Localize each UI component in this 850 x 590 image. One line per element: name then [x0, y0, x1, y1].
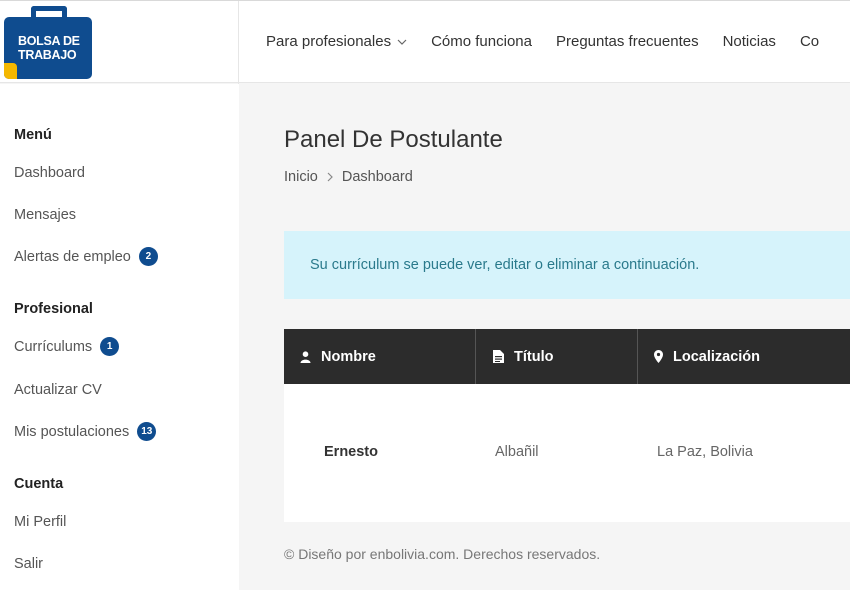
- sidebar-item-dashboard[interactable]: Dashboard: [14, 165, 85, 181]
- logo-text: BOLSA DE TRABAJO: [18, 34, 80, 62]
- column-header-nombre: Nombre: [300, 329, 376, 384]
- count-badge: 2: [138, 247, 158, 266]
- info-alert: Su currículum se puede ver, editar o eli…: [284, 231, 850, 299]
- logo-area: BOLSA DE TRABAJO: [0, 1, 239, 84]
- column-divider: [637, 329, 638, 384]
- nav-item-label: Co: [799, 33, 820, 50]
- sidebar-item-mi-perfil[interactable]: Mi Perfil: [14, 514, 66, 530]
- nav-item-para-profesionales[interactable]: Para profesionales: [266, 33, 407, 50]
- sidebar-item-curriculums[interactable]: Currículums 1: [14, 337, 120, 356]
- page-title: Panel De Postulante: [284, 126, 503, 153]
- sidebar-item-label: Actualizar CV: [14, 382, 102, 398]
- nav-item-contacto[interactable]: Co: [800, 33, 819, 50]
- column-divider: [475, 329, 476, 384]
- column-header-localizacion: Localización: [654, 329, 760, 384]
- sidebar-heading-profesional: Profesional: [14, 301, 93, 317]
- count-badge: 13: [137, 422, 157, 441]
- main-nav: Para profesionales Cómo funciona Pregunt…: [266, 33, 843, 50]
- sidebar-item-label: Mis postulaciones: [14, 423, 130, 440]
- nav-item-como-funciona[interactable]: Cómo funciona: [431, 33, 532, 50]
- sidebar-item-mis-postulaciones[interactable]: Mis postulaciones 13: [14, 422, 157, 441]
- chevron-right-icon: [327, 172, 333, 182]
- header: BOLSA DE TRABAJO Para profesionales Cómo…: [0, 0, 850, 84]
- briefcase-handle-icon: [31, 6, 67, 19]
- footer-copyright: © Diseño por enbolivia.com. Derechos res…: [284, 546, 601, 562]
- map-marker-icon: [654, 350, 663, 363]
- user-icon: [300, 350, 311, 363]
- sidebar-item-label: Alertas de empleo: [14, 248, 131, 265]
- breadcrumb: Inicio Dashboard: [284, 169, 413, 185]
- column-header-label: Localización: [673, 348, 761, 365]
- logo-accent: [4, 63, 17, 79]
- cell-localizacion: La Paz, Bolivia: [657, 444, 753, 460]
- sidebar-item-label: Salir: [14, 556, 44, 572]
- sidebar-item-label: Mi Perfil: [14, 514, 67, 530]
- table-header: Nombre Título Localización: [284, 329, 850, 384]
- nav-item-label: Cómo funciona: [431, 33, 532, 50]
- logo[interactable]: BOLSA DE TRABAJO: [4, 17, 92, 79]
- nav-item-noticias[interactable]: Noticias: [723, 33, 776, 50]
- sidebar-item-label: Mensajes: [14, 207, 77, 223]
- sidebar-item-mensajes[interactable]: Mensajes: [14, 207, 76, 223]
- sidebar-item-label: Dashboard: [14, 165, 85, 181]
- chevron-down-icon: [397, 39, 407, 45]
- sidebar-item-actualizar-cv[interactable]: Actualizar CV: [14, 382, 102, 398]
- nav-item-label: Para profesionales: [266, 33, 392, 50]
- logo-line-2: TRABAJO: [18, 48, 77, 62]
- nav-item-label: Noticias: [722, 33, 776, 50]
- column-header-label: Título: [514, 348, 554, 365]
- resume-table: Nombre Título Localización Ernesto Albañ…: [284, 329, 850, 522]
- sidebar-heading-cuenta: Cuenta: [14, 476, 64, 492]
- sidebar: Menú Dashboard Mensajes Alertas de emple…: [0, 84, 239, 590]
- breadcrumb-current: Dashboard: [341, 169, 413, 185]
- logo-line-1: BOLSA DE: [18, 34, 80, 48]
- breadcrumb-home-link[interactable]: Inicio: [284, 169, 318, 185]
- document-icon: [493, 350, 504, 363]
- sidebar-item-alertas-de-empleo[interactable]: Alertas de empleo 2: [14, 247, 158, 266]
- sidebar-item-salir[interactable]: Salir: [14, 556, 43, 572]
- cell-titulo: Albañil: [495, 444, 539, 460]
- column-header-label: Nombre: [321, 348, 376, 365]
- cell-nombre[interactable]: Ernesto: [324, 444, 378, 460]
- sidebar-heading-menu: Menú: [14, 127, 52, 143]
- nav-item-preguntas-frecuentes[interactable]: Preguntas frecuentes: [556, 33, 699, 50]
- column-header-titulo: Título: [493, 329, 553, 384]
- count-badge: 1: [100, 337, 120, 356]
- nav-item-label: Preguntas frecuentes: [555, 33, 699, 50]
- sidebar-item-label: Currículums: [14, 338, 93, 355]
